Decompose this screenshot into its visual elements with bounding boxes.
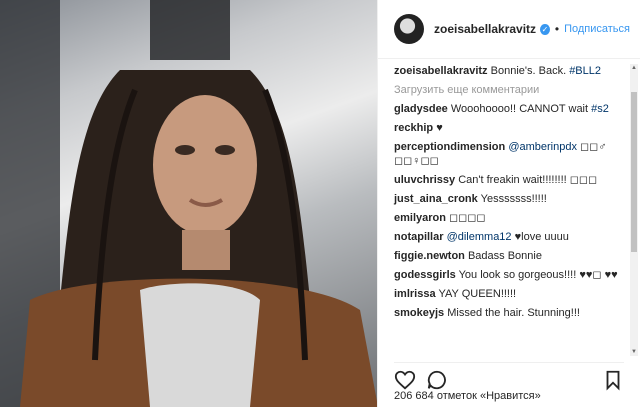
caption-username[interactable]: zoeisabellakravitz (394, 65, 488, 77)
comment-text: Badass Bonnie (467, 250, 542, 262)
heart-icon[interactable] (394, 369, 416, 391)
bookmark-icon[interactable] (602, 369, 624, 391)
mention-link[interactable]: #BLL2 (569, 65, 601, 77)
scrollbar-thumb[interactable] (631, 92, 637, 252)
list-item: smokeyjs Missed the hair. Stunning!!! (394, 306, 622, 320)
comment-username[interactable]: reckhip (394, 122, 433, 134)
photo-illustration (0, 0, 377, 407)
list-item: notapillar @dilemma12 ♥love uuuu (394, 230, 622, 244)
list-item: imlrissa YAY QUEEN!!!!! (394, 287, 622, 301)
list-item: uluvchrissy Can't freakin wait!!!!!!!! ◻… (394, 173, 622, 187)
action-bar (394, 362, 624, 393)
list-item: gladysdee Wooohoooo!! CANNOT wait #s2 (394, 102, 622, 116)
likes-count[interactable]: 206 684 отметок «Нравится» (394, 390, 541, 402)
comment-text: Can't freakin wait!!!!!!!! ◻◻◻ (458, 174, 598, 186)
list-item: perceptiondimension @amberinpdx ◻◻♂ ◻◻♀◻… (394, 140, 622, 168)
comment-text: Missed the hair. Stunning!!! (447, 307, 580, 319)
comment-text: ◻◻◻◻ (449, 212, 486, 224)
list-item: godessgirls You look so gorgeous!!!! ♥♥◻… (394, 268, 622, 282)
post-header: zoeisabellakravitz ✓ • Подписаться (378, 0, 640, 59)
comment-username[interactable]: notapillar (394, 231, 444, 243)
comment-text: Yesssssss!!!!! (480, 193, 547, 205)
instagram-post: zoeisabellakravitz ✓ • Подписаться zoeis… (0, 0, 640, 407)
list-item: reckhip ♥ (394, 121, 622, 135)
mention-link[interactable]: @dilemma12 (447, 231, 512, 243)
avatar[interactable] (394, 14, 424, 44)
comments-list[interactable]: zoeisabellakravitz Bonnie's. Back. #BLL2… (378, 64, 628, 356)
comment-username[interactable]: uluvchrissy (394, 174, 455, 186)
comment-username[interactable]: godessgirls (394, 269, 456, 281)
post-photo[interactable] (0, 0, 377, 407)
list-item: emilyaron ◻◻◻◻ (394, 211, 622, 225)
follow-button[interactable]: Подписаться (564, 23, 630, 35)
comment-username[interactable]: figgie.newton (394, 250, 465, 262)
load-more-comments[interactable]: Загрузить еще комментарии (394, 83, 622, 97)
scroll-up-icon[interactable]: ▲ (630, 64, 638, 72)
verified-badge-icon: ✓ (540, 23, 550, 35)
comment-text: @dilemma12 ♥love uuuu (446, 231, 569, 243)
comment-text: YAY QUEEN!!!!! (438, 288, 517, 300)
header-username[interactable]: zoeisabellakravitz (434, 22, 536, 36)
scroll-down-icon[interactable]: ▼ (630, 348, 638, 356)
list-item: figgie.newton Badass Bonnie (394, 249, 622, 263)
comment-bubble-icon[interactable] (426, 369, 448, 391)
post-sidebar: zoeisabellakravitz ✓ • Подписаться zoeis… (377, 0, 640, 407)
mention-link[interactable]: #s2 (591, 103, 609, 115)
comment-username[interactable]: emilyaron (394, 212, 446, 224)
comment-text: You look so gorgeous!!!! ♥♥◻ ♥♥ (458, 269, 618, 281)
comment-text: Wooohoooo!! CANNOT wait #s2 (450, 103, 609, 115)
comments-scrollbar[interactable]: ▲ ▼ (630, 64, 638, 356)
header-separator: • (554, 22, 560, 36)
comment-username[interactable]: perceptiondimension (394, 141, 505, 153)
comment-username[interactable]: just_aina_cronk (394, 193, 478, 205)
list-item: just_aina_cronk Yesssssss!!!!! (394, 192, 622, 206)
caption: zoeisabellakravitz Bonnie's. Back. #BLL2 (394, 64, 622, 78)
caption-text: Bonnie's. Back. #BLL2 (490, 65, 601, 77)
mention-link[interactable]: @amberinpdx (508, 141, 577, 153)
comment-username[interactable]: smokeyjs (394, 307, 444, 319)
comment-username[interactable]: gladysdee (394, 103, 448, 115)
comment-text: ♥ (436, 122, 443, 134)
comment-username[interactable]: imlrissa (394, 288, 436, 300)
